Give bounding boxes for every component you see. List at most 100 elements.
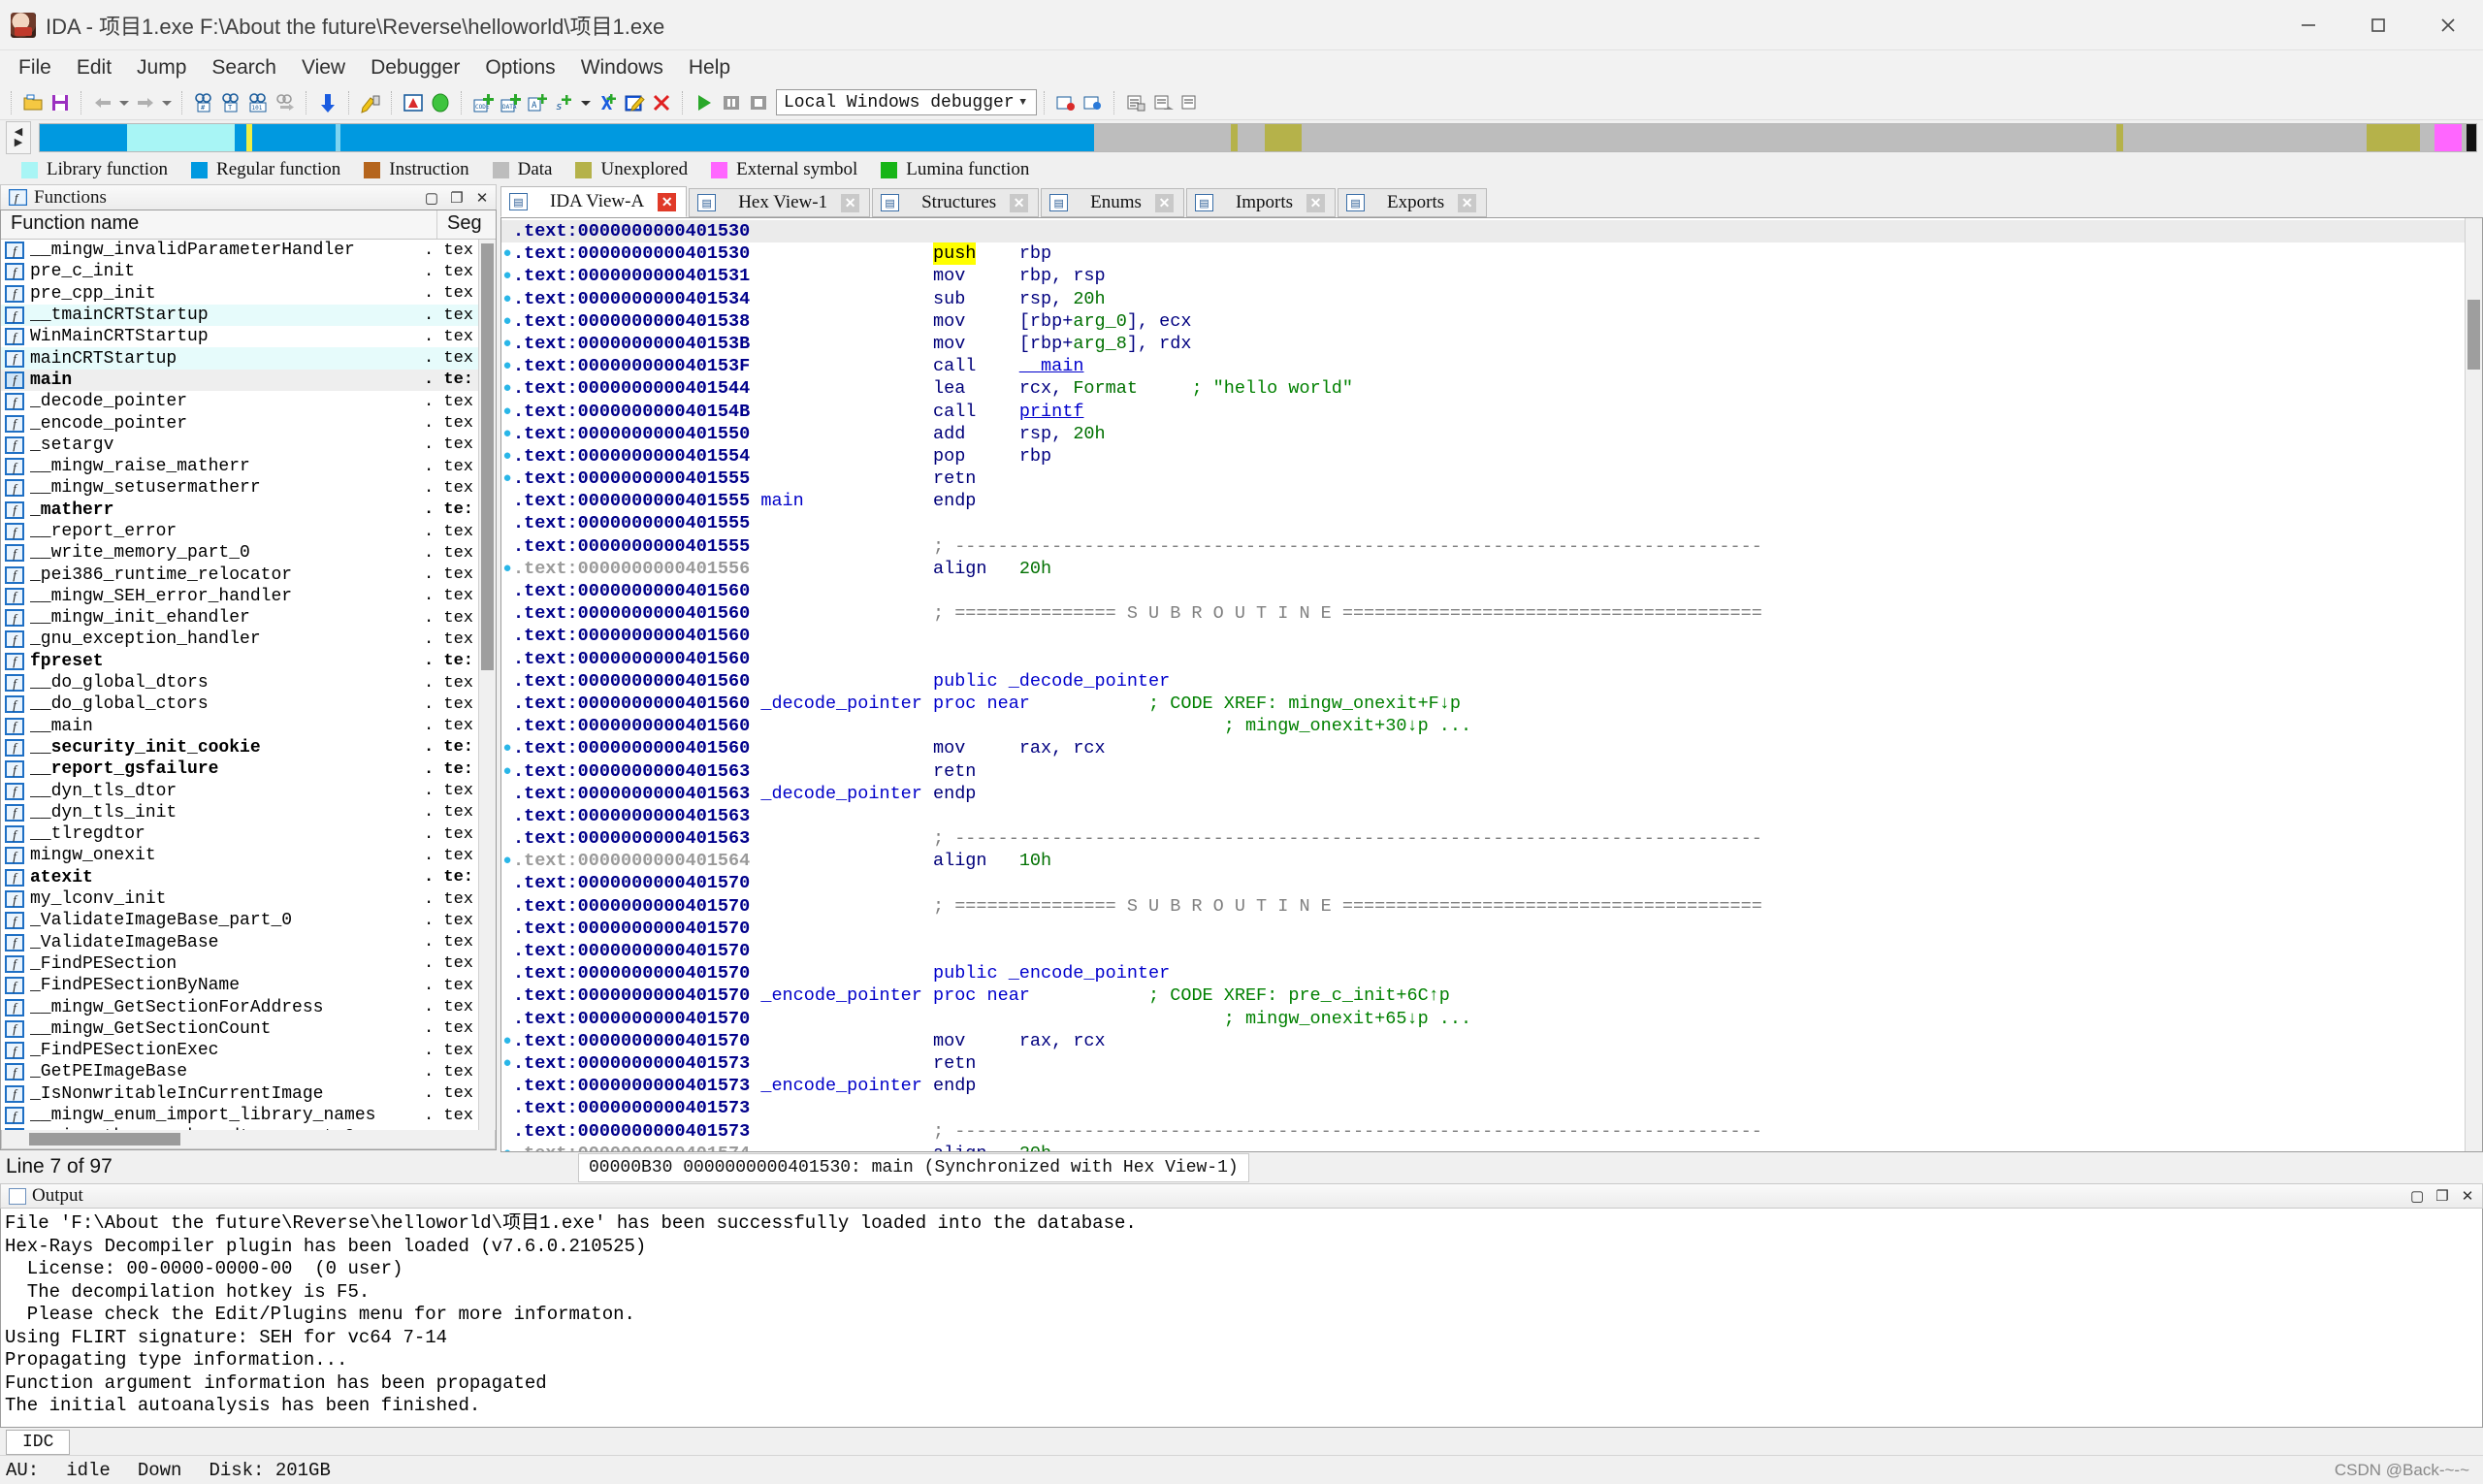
forward-dropdown-icon[interactable] xyxy=(159,90,175,115)
search-next-icon[interactable] xyxy=(272,89,299,116)
view-tab-close-icon[interactable]: ✕ xyxy=(1306,193,1326,212)
breakpoint-dot-icon[interactable]: ● xyxy=(501,854,513,868)
tracing-icon[interactable] xyxy=(1122,89,1149,116)
disassembly-line[interactable]: .text:0000000000401560 ; ===============… xyxy=(501,602,2465,625)
function-list-item[interactable]: f __mingw_GetSectionForAddress . tex xyxy=(1,996,478,1017)
disassembly-line[interactable]: ● .text:0000000000401555 retn xyxy=(501,468,2465,490)
disassembly-line[interactable]: ● .text:000000000040153F call __main xyxy=(501,355,2465,377)
disassembly-line[interactable]: .text:0000000000401563 ; ---------------… xyxy=(501,827,2465,850)
function-list-item[interactable]: f _FindPESection . tex xyxy=(1,953,478,975)
navband-segment[interactable] xyxy=(1264,124,1302,151)
make-code-icon[interactable]: CODE xyxy=(469,89,497,116)
menu-item-help[interactable]: Help xyxy=(676,54,743,81)
function-list-item[interactable]: f mingw_onexit . tex xyxy=(1,845,478,866)
breakpoint-dot-icon[interactable]: ● xyxy=(501,1034,513,1048)
pause-icon[interactable] xyxy=(718,89,745,116)
stop-icon[interactable] xyxy=(745,89,772,116)
disassembly-line[interactable]: ● .text:0000000000401564 align 10h xyxy=(501,850,2465,872)
function-list-item[interactable]: f _pei386_runtime_relocator . tex xyxy=(1,564,478,585)
navband-segment[interactable] xyxy=(252,124,336,151)
step-over-icon[interactable] xyxy=(1149,89,1177,116)
navband-segment[interactable] xyxy=(339,124,1095,151)
disassembly-line[interactable]: .text:0000000000401573 ; ---------------… xyxy=(501,1120,2465,1143)
disassembly-line[interactable]: .text:0000000000401560 xyxy=(501,625,2465,647)
disassembly-listing[interactable]: .text:0000000000401530 ● .text:0000000000… xyxy=(501,218,2465,1151)
view-tab-hex-view-1[interactable]: ▤ Hex View-1 ✕ xyxy=(689,188,871,217)
view-tab-exports[interactable]: ▤ Exports ✕ xyxy=(1338,188,1488,217)
minimize-button[interactable] xyxy=(2273,0,2343,50)
function-list-item[interactable]: f pre_c_init . tex xyxy=(1,261,478,282)
navband-segment[interactable] xyxy=(234,124,247,151)
make-string-icon[interactable]: A xyxy=(524,89,551,116)
menu-item-view[interactable]: View xyxy=(289,54,358,81)
warning-icon[interactable] xyxy=(400,89,427,116)
function-list-item[interactable]: f _GetPEImageBase . tex xyxy=(1,1061,478,1082)
disassembly-line[interactable]: ●.text:0000000000401574 align 20h xyxy=(501,1143,2465,1151)
disassembly-token-lnk[interactable]: printf xyxy=(1019,401,1084,423)
function-list-item[interactable]: f __mingw_init_ehandler . tex xyxy=(1,607,478,629)
breakpoint-dot-icon[interactable]: ● xyxy=(501,381,513,396)
chevron-down-icon[interactable]: ▼ xyxy=(1015,97,1032,109)
back-dropdown-icon[interactable] xyxy=(116,90,132,115)
breakpoint-dot-icon[interactable]: ● xyxy=(501,404,513,419)
disassembly-line[interactable]: ● .text:0000000000401534 sub rsp, 20h xyxy=(501,288,2465,310)
function-list-item[interactable]: f __tlregdtor . tex xyxy=(1,823,478,845)
function-list-item[interactable]: f __mingw_setusermatherr . tex xyxy=(1,477,478,499)
marker-icon[interactable] xyxy=(357,89,384,116)
column-header-function-name[interactable]: Function name xyxy=(1,210,437,239)
forward-arrow-icon[interactable] xyxy=(132,89,159,116)
disassembly-line[interactable]: ● .text:0000000000401570 mov rax, rcx xyxy=(501,1030,2465,1052)
breakpoint-dot-icon[interactable]: ● xyxy=(501,337,513,351)
jump-down-icon[interactable] xyxy=(314,89,341,116)
menu-item-debugger[interactable]: Debugger xyxy=(358,54,472,81)
close-button[interactable] xyxy=(2413,0,2483,50)
navband-segment[interactable] xyxy=(2115,124,2124,151)
function-list-item[interactable]: f WinMainCRTStartup . tex xyxy=(1,326,478,347)
disassembly-line[interactable]: .text:0000000000401555 ; ---------------… xyxy=(501,535,2465,558)
scrollbar-thumb[interactable] xyxy=(2467,300,2480,370)
make-struct-icon[interactable]: s xyxy=(551,89,578,116)
make-array-icon[interactable] xyxy=(594,89,621,116)
function-list-item[interactable]: f _gnu_exception_handler . tex xyxy=(1,629,478,650)
disassembly-token-hl[interactable]: push xyxy=(932,242,977,266)
disassembly-line[interactable]: .text:0000000000401570 xyxy=(501,918,2465,940)
function-list-item[interactable]: f mainCRTStartup . tex xyxy=(1,347,478,370)
breakpoint-dot-icon[interactable]: ● xyxy=(501,562,513,576)
function-list-item[interactable]: f main . te: xyxy=(1,369,478,392)
disassembly-line[interactable]: .text:0000000000401560 _decode_pointer p… xyxy=(501,693,2465,715)
menu-item-options[interactable]: Options xyxy=(472,54,567,81)
view-tab-ida-view-a[interactable]: ▤ IDA View-A ✕ xyxy=(500,186,688,217)
disassembly-line[interactable]: .text:0000000000401570 xyxy=(501,940,2465,962)
functions-vertical-scrollbar[interactable] xyxy=(478,240,496,1130)
navband-segment[interactable] xyxy=(127,124,235,151)
maximize-button[interactable] xyxy=(2343,0,2413,50)
function-list-item[interactable]: f __dyn_tls_init . tex xyxy=(1,802,478,823)
panel-restore-button[interactable]: ▢ xyxy=(424,189,439,207)
make-struct-dropdown-icon[interactable] xyxy=(578,90,594,115)
make-data-icon[interactable]: DATA xyxy=(497,89,524,116)
disassembly-line[interactable]: .text:0000000000401555 main endp xyxy=(501,490,2465,512)
function-list-item[interactable]: f __do_global_dtors . tex xyxy=(1,672,478,694)
function-list-item[interactable]: f _decode_pointer . tex xyxy=(1,391,478,412)
disassembly-line[interactable]: .text:0000000000401555 xyxy=(501,512,2465,534)
disassembly-line[interactable]: .text:0000000000401570 ; mingw_onexit+65… xyxy=(501,1008,2465,1030)
disassembly-line[interactable]: .text:0000000000401530 xyxy=(501,220,2465,243)
navband-segment[interactable] xyxy=(1301,124,2116,151)
open-file-icon[interactable] xyxy=(19,89,47,116)
navband-scroll-arrows[interactable]: ◀ ▶ xyxy=(6,121,31,154)
disassembly-line[interactable]: ● .text:0000000000401530 push rbp xyxy=(501,242,2465,266)
function-list-item[interactable]: f __mingw_GetSectionCount . tex xyxy=(1,1018,478,1040)
edit-function-icon[interactable] xyxy=(621,89,648,116)
disassembly-line[interactable]: ● .text:000000000040154B call printf xyxy=(501,401,2465,423)
function-list-item[interactable]: f _encode_pointer . tex xyxy=(1,412,478,434)
green-circle-icon[interactable] xyxy=(427,89,454,116)
function-list-item[interactable]: f _FindPESectionExec . tex xyxy=(1,1040,478,1061)
disassembly-line[interactable]: ● .text:000000000040153B mov [rbp+ arg_8],… xyxy=(501,333,2465,355)
function-list-item[interactable]: f __mingw_SEH_error_handler . tex xyxy=(1,586,478,607)
disassembly-vertical-scrollbar[interactable] xyxy=(2465,218,2482,1151)
undefine-icon[interactable] xyxy=(648,89,675,116)
disassembly-line[interactable]: .text:0000000000401570 public _encode_po… xyxy=(501,962,2465,984)
disassembly-line[interactable]: ● .text:0000000000401544 lea rcx, Format … xyxy=(501,377,2465,400)
function-list-item[interactable]: f my_lconv_init . tex xyxy=(1,888,478,910)
function-list-item[interactable]: f _ValidateImageBase_part_0 . tex xyxy=(1,910,478,931)
